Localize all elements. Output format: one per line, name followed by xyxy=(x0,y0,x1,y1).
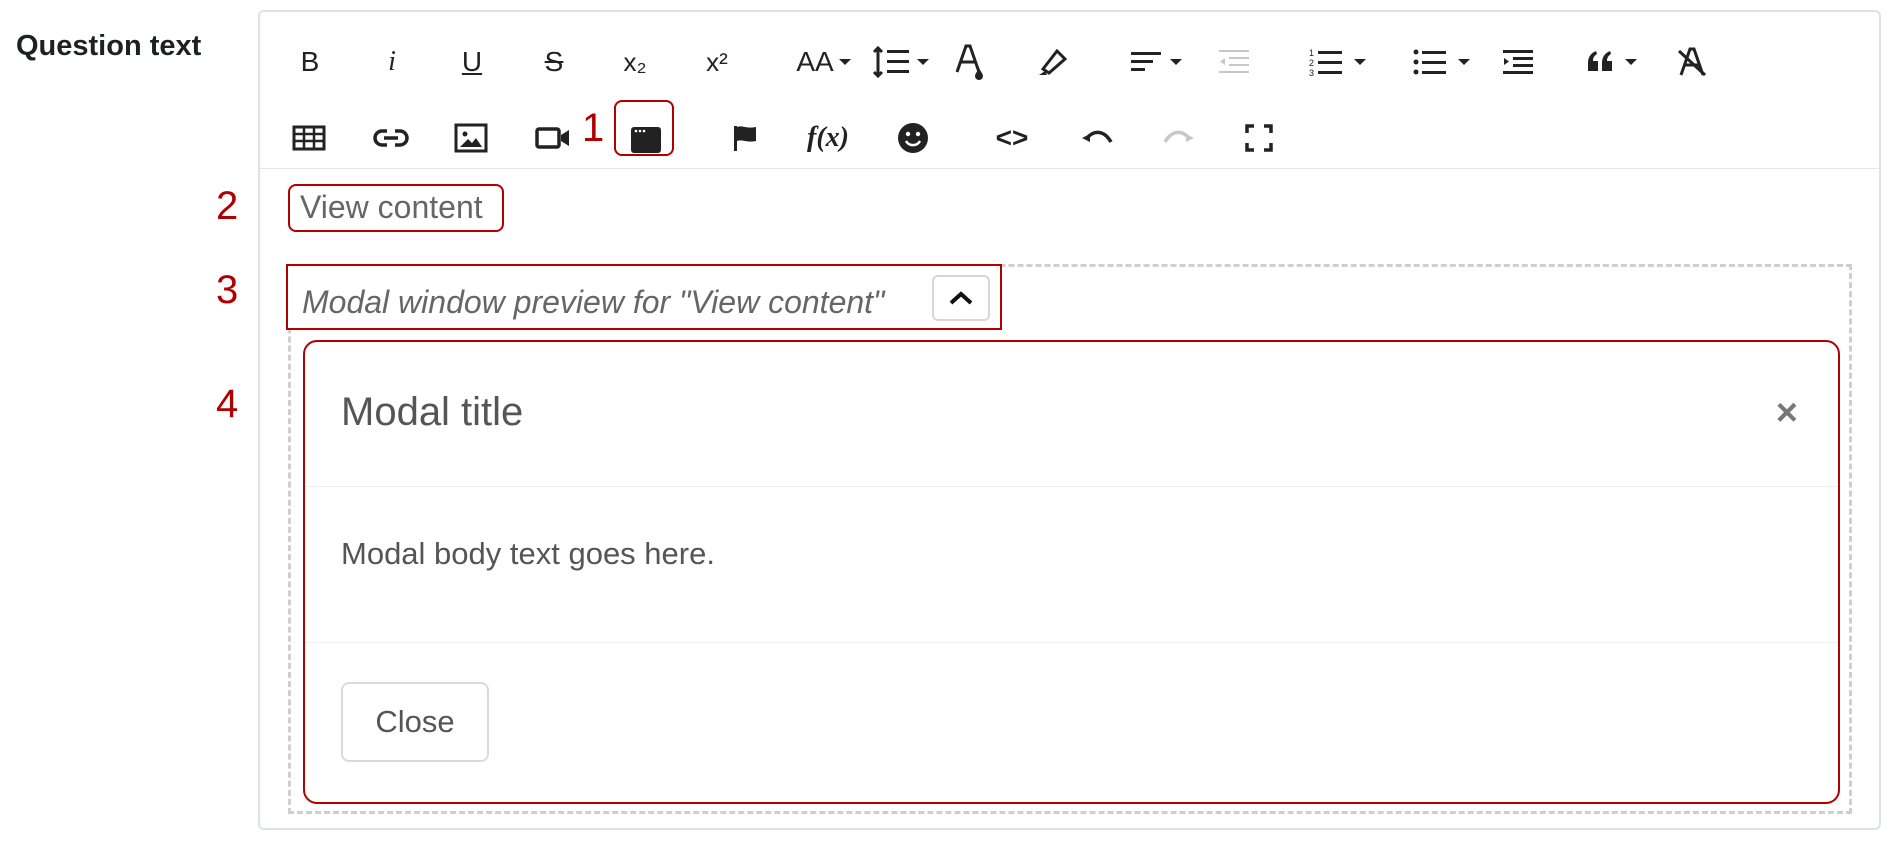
modal-body: Modal body text goes here. xyxy=(305,486,1838,643)
fullscreen-button[interactable] xyxy=(1234,116,1284,160)
blockquote-icon xyxy=(1588,51,1612,71)
modal-window: Modal title × Modal body text goes here.… xyxy=(303,340,1840,804)
modal-title: Modal title xyxy=(341,390,524,434)
annotation-highlight-1 xyxy=(614,100,674,156)
blockquote-button[interactable] xyxy=(1576,40,1648,84)
chevron-up-icon xyxy=(949,291,973,305)
redo-icon xyxy=(1163,130,1194,143)
superscript-icon: x² xyxy=(706,46,728,77)
redo-button[interactable] xyxy=(1154,116,1204,160)
text-color-icon xyxy=(955,44,983,80)
modal-header: Modal title × xyxy=(305,342,1838,487)
italic-icon: i xyxy=(388,46,396,77)
collapse-preview-button[interactable] xyxy=(932,275,990,321)
annotation-number-2: 2 xyxy=(216,184,239,228)
superscript-button[interactable]: x² xyxy=(692,40,742,84)
underline-icon: U xyxy=(461,46,483,77)
line-height-button[interactable] xyxy=(868,40,934,84)
flag-button[interactable] xyxy=(720,116,770,160)
underline-button[interactable]: U xyxy=(450,40,494,84)
table-button[interactable] xyxy=(284,116,334,160)
highlight-icon xyxy=(1039,48,1068,75)
flag-icon xyxy=(734,126,756,151)
font-size-button[interactable]: AA xyxy=(786,40,862,84)
clear-formatting-button[interactable] xyxy=(1670,40,1714,84)
annotation-number-4: 4 xyxy=(216,382,239,426)
highlight-button[interactable] xyxy=(1030,40,1074,84)
subscript-button[interactable]: x₂ xyxy=(610,40,660,84)
formula-button[interactable]: f(x) xyxy=(800,116,856,160)
undo-icon xyxy=(1082,130,1113,143)
image-icon xyxy=(454,123,488,153)
svg-text:2: 2 xyxy=(1309,58,1314,68)
link-button[interactable] xyxy=(366,116,416,160)
source-code-button[interactable]: <> xyxy=(984,116,1040,160)
emoji-icon xyxy=(898,123,928,153)
chevron-down-icon xyxy=(1625,59,1637,65)
modal-preview-label: Modal window preview for "View content" xyxy=(302,284,885,320)
field-label: Question text xyxy=(16,30,202,62)
text-color-button[interactable] xyxy=(948,40,992,84)
italic-button[interactable]: i xyxy=(370,40,414,84)
bullet-list-button[interactable] xyxy=(1404,40,1480,84)
chevron-down-icon xyxy=(1170,59,1182,65)
formula-icon: f(x) xyxy=(807,122,849,153)
source-code-icon: <> xyxy=(995,122,1029,153)
ordered-list-icon: 1 2 3 xyxy=(1309,48,1342,77)
table-icon xyxy=(292,125,326,151)
chevron-down-icon xyxy=(1458,59,1470,65)
modal-body-text: Modal body text goes here. xyxy=(341,536,715,571)
bullet-list-icon xyxy=(1413,49,1446,75)
svg-text:3: 3 xyxy=(1309,68,1314,77)
modal-close-button[interactable]: Close xyxy=(341,682,489,762)
link-icon xyxy=(373,129,409,147)
ordered-list-button[interactable]: 1 2 3 xyxy=(1300,40,1376,84)
bold-button[interactable]: B xyxy=(288,40,332,84)
editor-toolbar: B i U S x₂ x² AA 1 2 3 f(x) <> xyxy=(260,12,1879,169)
indent-button[interactable] xyxy=(1496,40,1540,84)
svg-text:1: 1 xyxy=(1309,48,1314,58)
align-button[interactable] xyxy=(1124,40,1188,84)
line-height-icon xyxy=(872,45,909,79)
strikethrough-button[interactable]: S xyxy=(532,40,576,84)
view-content-link[interactable]: View content xyxy=(288,184,504,232)
subscript-icon: x₂ xyxy=(623,46,647,77)
outdent-icon xyxy=(1219,50,1249,73)
strikethrough-icon: S xyxy=(544,46,564,77)
bold-icon: B xyxy=(300,46,320,77)
font-size-icon: AA xyxy=(796,46,834,77)
chevron-down-icon xyxy=(838,59,851,65)
fullscreen-icon xyxy=(1245,124,1273,152)
outdent-button[interactable] xyxy=(1212,40,1256,84)
align-icon xyxy=(1131,52,1161,71)
modal-preview-header: Modal window preview for "View content" xyxy=(286,264,1002,330)
video-icon xyxy=(535,127,569,149)
clear-formatting-icon xyxy=(1677,47,1707,77)
chevron-down-icon xyxy=(917,59,929,65)
chevron-down-icon xyxy=(1354,59,1366,65)
video-button[interactable] xyxy=(528,116,578,160)
close-icon[interactable]: × xyxy=(1776,392,1798,435)
undo-button[interactable] xyxy=(1072,116,1122,160)
emoji-button[interactable] xyxy=(888,116,938,160)
annotation-number-1: 1 xyxy=(582,106,605,150)
annotation-number-3: 3 xyxy=(216,268,239,312)
image-button[interactable] xyxy=(446,116,496,160)
indent-icon xyxy=(1503,50,1533,74)
